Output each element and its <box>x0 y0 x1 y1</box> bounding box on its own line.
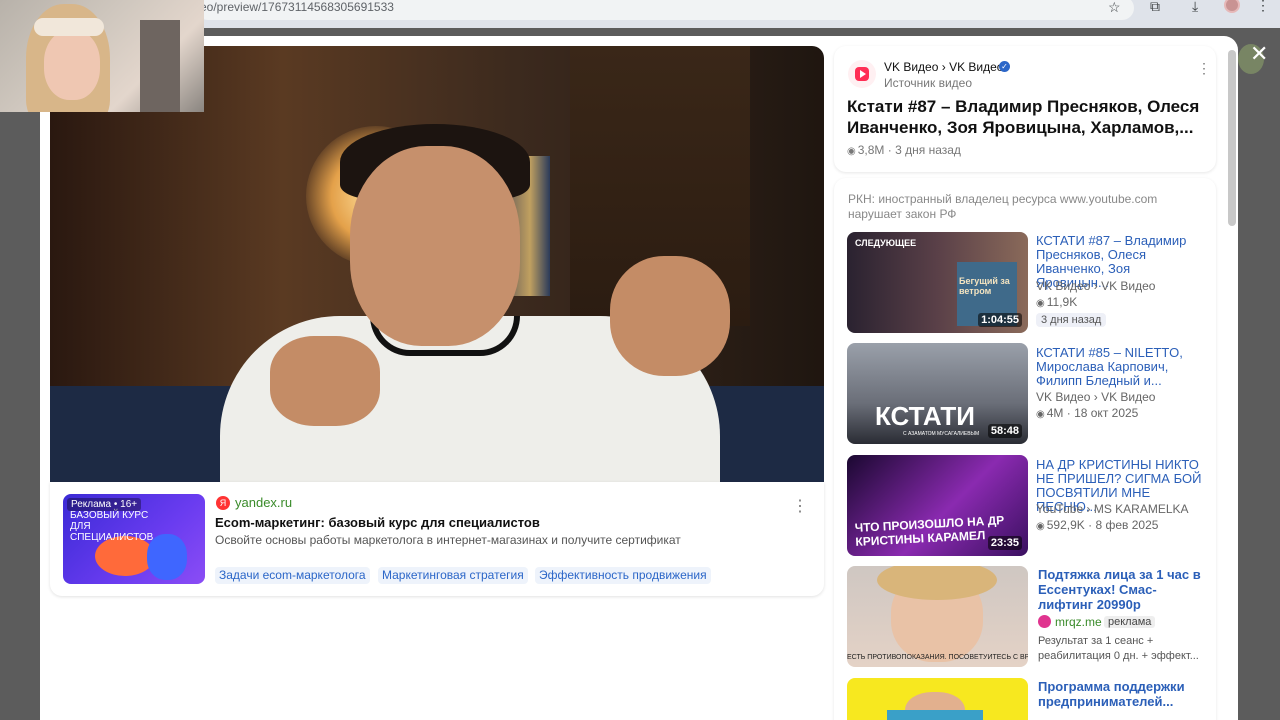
eye-icon: ◉ <box>847 146 856 157</box>
ad-thumbnail-title: БАЗОВЫЙ КУРС ДЛЯ СПЕЦИАЛИСТОВ <box>70 510 154 543</box>
scrollbar[interactable] <box>1228 50 1236 226</box>
ad-more-icon[interactable]: ⋮ <box>792 499 808 515</box>
video-duration: 1:04:55 <box>978 313 1022 327</box>
related-video-channel[interactable]: YouTube › MS KARAMELKA <box>1036 502 1189 516</box>
mrqz-icon <box>1038 615 1051 628</box>
bookmark-star-icon[interactable]: ☆ <box>1108 0 1121 16</box>
ad-label: реклама <box>1104 616 1156 628</box>
related-video-stats: ◉ 4M · 18 окт 2025 <box>1036 406 1139 420</box>
upload-age-badge: 3 дня назад <box>1036 313 1107 327</box>
related-video-stats: ◉ 11,9K <box>1036 295 1077 309</box>
video-duration: 58:48 <box>987 424 1022 438</box>
related-ad-thumbnail[interactable]: ЕСТЬ ПРОТИВОПОКАЗАНИЯ. ПОСОВЕТУЙТЕСЬ С В… <box>847 566 1028 667</box>
yandex-icon: Я <box>216 496 230 510</box>
ad-title-link[interactable]: Ecom-маркетинг: базовый курс для специал… <box>215 515 540 530</box>
next-label: СЛЕДУЮЩЕЕ <box>855 238 917 248</box>
related-video-stats: ◉ 592,9K · 8 фев 2025 <box>1036 518 1159 532</box>
video-title: Кстати #87 – Владимир Пресняков, Олеся И… <box>847 97 1200 137</box>
extensions-icon[interactable]: ⧉ <box>1150 0 1166 14</box>
eye-icon: ◉ <box>1036 409 1045 420</box>
thumbnail-caption: КСТАТИ <box>875 401 975 431</box>
view-count: 3,8M <box>857 143 885 157</box>
view-count: 11,9K <box>1046 295 1078 309</box>
vk-video-logo-icon[interactable] <box>848 60 876 88</box>
verified-check-icon: ✓ <box>999 61 1010 72</box>
related-ad-title[interactable]: Подтяжка лица за 1 час в Ессентуках! Сма… <box>1038 567 1208 612</box>
channel-name[interactable]: VK Видео › VK Видео <box>884 60 1003 74</box>
ad-tag-link[interactable]: Эффективность продвижения <box>535 567 711 584</box>
profile-avatar-icon[interactable] <box>1224 0 1240 13</box>
video-duration: 23:35 <box>987 536 1022 550</box>
thumbnail-caption: ЧТО ПРОИЗОШЛО НА ДР КРИСТИНЫ КАРАМЕЛ <box>854 513 1005 549</box>
related-ad-description: Результат за 1 сеанс + реабилитация 0 дн… <box>1038 635 1199 662</box>
video-meta: ◉ 3,8M · 3 дня назад <box>847 143 961 157</box>
ad-description: Освойте основы работы маркетолога в инте… <box>215 533 681 547</box>
related-video-channel[interactable]: VK Видео › VK Видео <box>1036 390 1155 404</box>
related-video-thumbnail[interactable]: КСТАТИ С АЗАМАТОМ МУСАГАЛИЕВЫМ 58:48 <box>847 343 1028 444</box>
ad-age-badge: Реклама • 16+ <box>67 498 142 511</box>
ad-tag-link[interactable]: Маркетинговая стратегия <box>378 567 528 584</box>
view-count: 4M <box>1046 406 1064 420</box>
close-icon[interactable]: ✕ <box>1250 43 1268 65</box>
thumbnail-caption: ЕСТЬ ПРОТИВОПОКАЗАНИЯ. ПОСОВЕТУЙТЕСЬ С В… <box>847 654 1028 661</box>
related-video-thumbnail[interactable]: ЧТО ПРОИЗОШЛО НА ДР КРИСТИНЫ КАРАМЕЛ 23:… <box>847 455 1028 556</box>
rkn-notice: РКН: иностранный владелец ресурса www.yo… <box>848 192 1158 221</box>
view-count: 592,9K <box>1046 518 1085 532</box>
thumbnail-caption: Бегущий за ветром <box>959 276 1010 296</box>
eye-icon: ◉ <box>1036 521 1045 532</box>
related-video-thumbnail[interactable]: Бегущий за ветром СЛЕДУЮЩЕЕ 1:04:55 <box>847 232 1028 333</box>
related-video-title[interactable]: КСТАТИ #85 – NILETTO, Мирослава Карпович… <box>1036 346 1206 388</box>
upload-date: 18 окт 2025 <box>1074 406 1139 420</box>
eye-icon: ◉ <box>1036 298 1045 309</box>
download-icon[interactable]: ⤓ <box>1192 0 1198 15</box>
webcam-overlay <box>0 0 204 112</box>
video-info-more-icon[interactable]: ⋮ <box>1197 61 1211 75</box>
related-ad-source[interactable]: mrqz.me <box>1055 615 1102 629</box>
ad-thumbnail[interactable]: БАЗОВЫЙ КУРС ДЛЯ СПЕЦИАЛИСТОВ Реклама • … <box>63 494 205 584</box>
related-ad-title[interactable]: Программа поддержки предпринимателей... <box>1038 679 1208 709</box>
address-bar-url[interactable]: eo/preview/17673114568305691533 <box>200 0 394 14</box>
upload-age: 3 дня назад <box>895 143 961 157</box>
browser-menu-icon[interactable]: ⋮ <box>1256 0 1270 14</box>
channel-subtitle: Источник видео <box>884 76 972 90</box>
upload-date: 8 фев 2025 <box>1095 518 1159 532</box>
ad-tag-link[interactable]: Задачи ecom-маркетолога <box>215 567 370 584</box>
related-video-channel[interactable]: VK Видео › VK Видео <box>1036 279 1155 293</box>
ad-domain-link[interactable]: yandex.ru <box>235 495 292 510</box>
thumbnail-subcaption: С АЗАМАТОМ МУСАГАЛИЕВЫМ <box>903 431 980 437</box>
related-ad-thumbnail[interactable] <box>847 678 1028 720</box>
